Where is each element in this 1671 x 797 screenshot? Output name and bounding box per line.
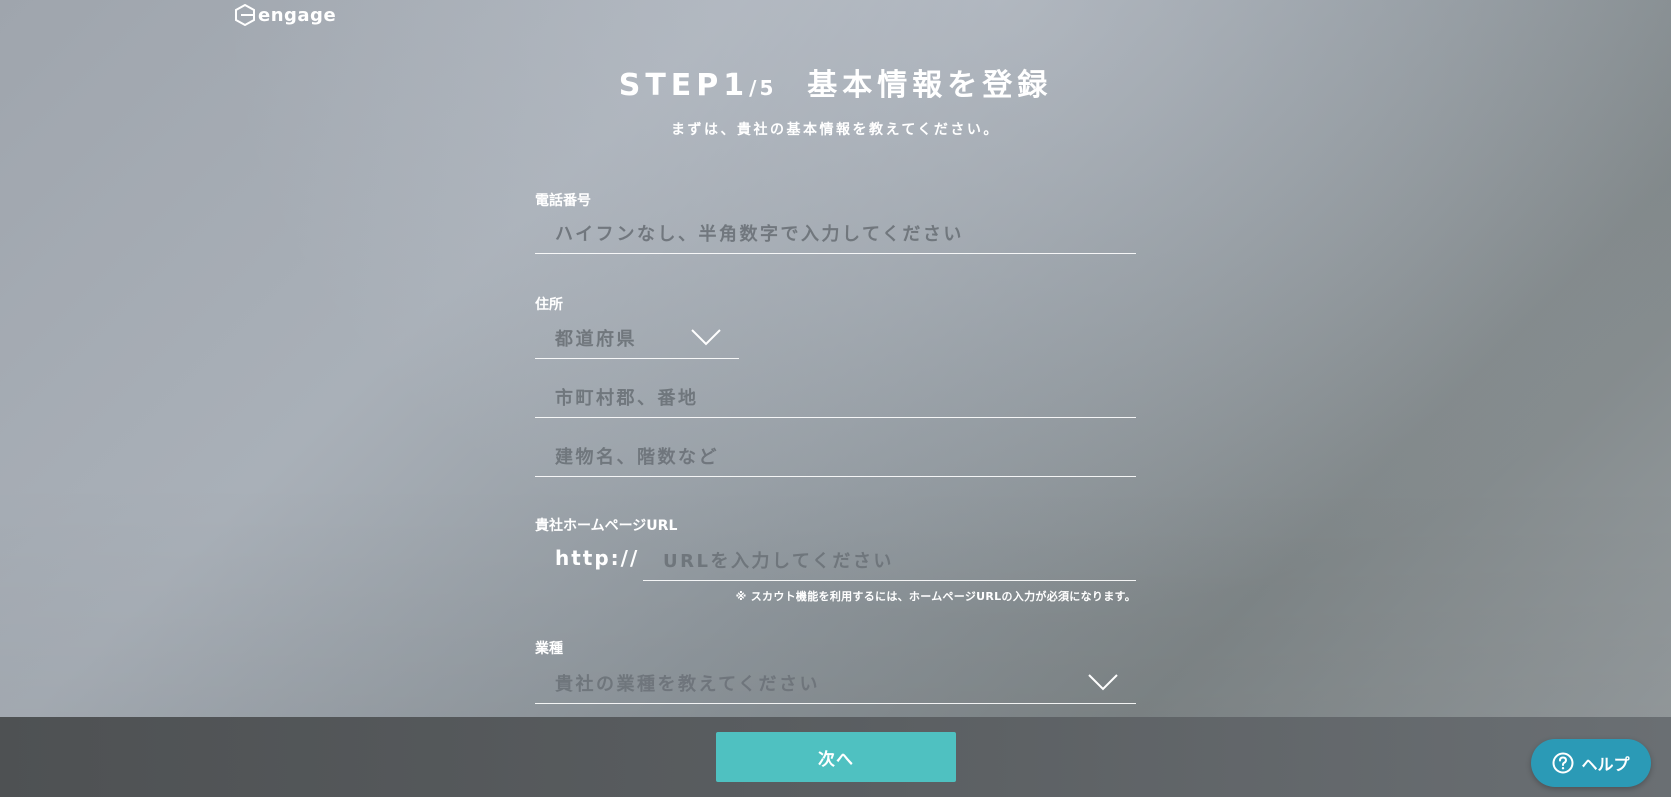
logo-text: engage: [258, 4, 337, 26]
industry-label: 業種: [535, 641, 563, 657]
protocol-prefix: http://: [555, 546, 640, 570]
title-text: 基本情報を登録: [807, 68, 1053, 103]
homepage-url-input[interactable]: URLを入力してください: [643, 539, 1136, 581]
homepage-label: 貴社ホームページURL: [535, 518, 678, 534]
chevron-down-icon: [691, 329, 721, 346]
step-number: STEP1: [618, 68, 750, 103]
engage-logo[interactable]: engage: [235, 4, 336, 26]
phone-label: 電話番号: [535, 193, 591, 209]
building-input[interactable]: 建物名、階数など: [535, 435, 1136, 477]
industry-placeholder: 貴社の業種を教えてください: [555, 673, 821, 695]
city-placeholder: 市町村郡、番地: [555, 387, 699, 409]
step-total: /5: [749, 76, 777, 100]
question-circle-icon: [1552, 752, 1574, 774]
building-placeholder: 建物名、階数など: [555, 446, 719, 468]
page-title: STEP1/5 基本情報を登録: [0, 60, 1671, 104]
page-subtitle: まずは、貴社の基本情報を教えてください。: [671, 122, 1000, 138]
chevron-down-icon: [1088, 674, 1118, 691]
phone-input[interactable]: ハイフンなし、半角数字で入力してください: [535, 212, 1136, 254]
homepage-placeholder: URLを入力してください: [663, 550, 894, 572]
help-button[interactable]: ヘルプ: [1531, 739, 1651, 787]
address-label: 住所: [535, 297, 563, 313]
industry-select[interactable]: 貴社の業種を教えてください: [535, 662, 1136, 704]
footer-bar: 次へ: [0, 717, 1671, 797]
prefecture-placeholder: 都道府県: [555, 328, 637, 350]
city-input[interactable]: 市町村郡、番地: [535, 376, 1136, 418]
help-label: ヘルプ: [1581, 755, 1630, 774]
prefecture-select[interactable]: 都道府県: [535, 317, 739, 359]
next-button[interactable]: 次へ: [716, 732, 956, 782]
engage-logo-icon: [235, 4, 255, 26]
homepage-note: ※ スカウト機能を利用するには、ホームページURLの入力が必須になります。: [735, 590, 1136, 603]
phone-placeholder: ハイフンなし、半角数字で入力してください: [555, 223, 964, 245]
